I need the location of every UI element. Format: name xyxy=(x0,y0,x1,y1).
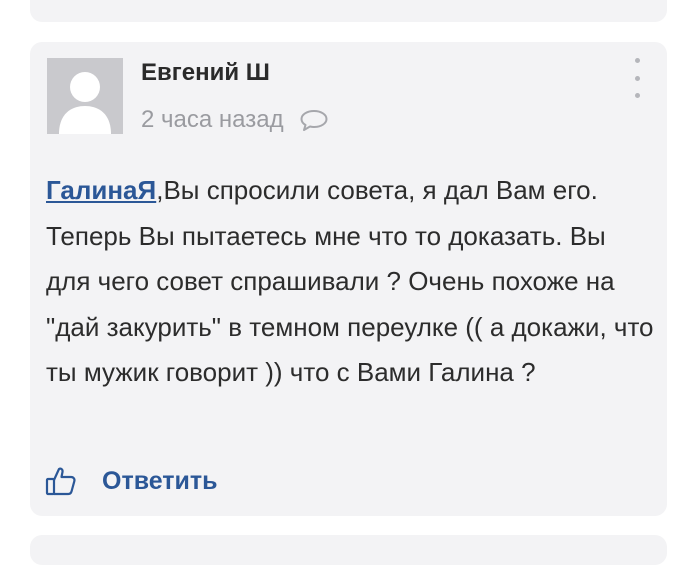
user-placeholder-icon xyxy=(47,58,123,134)
kebab-dot xyxy=(634,75,640,81)
comment-actions: Ответить xyxy=(44,464,218,498)
comment-meta: 2 часа назад xyxy=(141,106,330,134)
comment-card: Евгений Ш 2 часа назад ГалинаЯ,Вы спроси… xyxy=(30,42,667,516)
speech-bubble-icon[interactable] xyxy=(298,107,330,133)
kebab-menu-icon[interactable] xyxy=(627,58,647,98)
author-name[interactable]: Евгений Ш xyxy=(141,59,270,87)
author-avatar[interactable] xyxy=(47,58,123,134)
comment-timestamp: 2 часа назад xyxy=(141,106,284,133)
comment-text: ,Вы спросили совета, я дал Вам его. Тепе… xyxy=(46,175,654,387)
kebab-dot xyxy=(634,58,640,63)
mention-link[interactable]: ГалинаЯ xyxy=(46,175,156,205)
reply-button[interactable]: Ответить xyxy=(102,467,218,496)
comment-body: ГалинаЯ,Вы спросили совета, я дал Вам ег… xyxy=(46,168,656,396)
next-comment-card xyxy=(30,535,667,565)
thumbs-up-icon[interactable] xyxy=(44,464,78,498)
kebab-dot xyxy=(634,93,640,98)
previous-comment-card xyxy=(30,0,667,22)
